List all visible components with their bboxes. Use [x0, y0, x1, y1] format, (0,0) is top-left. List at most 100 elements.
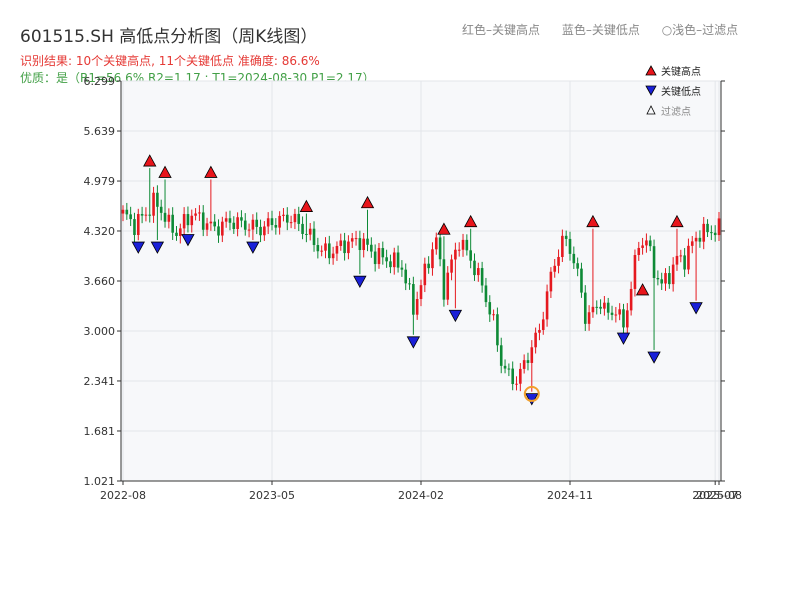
- candle-body: [205, 223, 209, 230]
- candle-body: [412, 284, 415, 315]
- candle-body: [583, 292, 587, 324]
- candle-body: [668, 273, 671, 285]
- candle-body: [457, 249, 461, 251]
- candle-body: [454, 249, 457, 260]
- candle-body: [541, 319, 545, 330]
- candle-body: [419, 285, 423, 300]
- candle-body: [660, 279, 663, 284]
- candle-body: [392, 252, 396, 268]
- candle-body: [710, 232, 713, 234]
- candle-body: [606, 302, 610, 313]
- candle-body: [423, 263, 427, 286]
- candle-body: [519, 368, 522, 384]
- candle-body: [240, 217, 243, 221]
- y-tick-label: 4.979: [84, 175, 116, 188]
- legend-high-label: 关键高点: [661, 65, 701, 78]
- x-tick-label: 2025-08: [696, 489, 742, 502]
- candle-body: [522, 360, 526, 369]
- candle-body: [480, 268, 484, 286]
- candle-body: [259, 226, 262, 236]
- candle-body: [217, 226, 220, 236]
- candle-body: [679, 255, 683, 257]
- y-axis-labels: 6.299 5.639 4.979 4.320 3.660 3.000 2.341 1.681…: [84, 75, 116, 488]
- candle-body: [163, 212, 167, 222]
- candle-body: [243, 220, 247, 230]
- candle-body: [198, 212, 201, 214]
- candle-body: [213, 221, 216, 227]
- candle-body: [694, 237, 698, 242]
- candle-body: [152, 192, 155, 216]
- candle-body: [526, 360, 530, 363]
- candle-body: [656, 278, 660, 280]
- candle-body: [358, 238, 362, 251]
- candle-body: [133, 219, 136, 235]
- candle-body: [366, 238, 369, 245]
- candle-body: [370, 244, 373, 252]
- candle-body: [224, 218, 228, 222]
- candle-body: [305, 233, 308, 235]
- candle-body: [629, 288, 633, 311]
- candle-body: [603, 302, 606, 309]
- candle-body: [690, 241, 694, 246]
- candle-body: [610, 312, 614, 315]
- candle-body: [236, 217, 239, 230]
- candle-body: [637, 247, 641, 256]
- candle-body: [182, 214, 186, 229]
- candle-body: [434, 237, 438, 250]
- candle-body: [289, 222, 293, 224]
- candle-body: [148, 214, 152, 216]
- x-tick-label: 2022-08: [100, 489, 146, 502]
- candle-body: [339, 240, 343, 246]
- candle-body: [400, 267, 404, 270]
- candle-body: [125, 209, 129, 215]
- candle-body: [645, 240, 648, 246]
- candle-body: [450, 259, 453, 273]
- candle-body: [328, 243, 331, 259]
- candle-body: [465, 239, 469, 251]
- candle-body: [228, 218, 232, 223]
- candle-body: [591, 306, 595, 313]
- candle-body: [484, 285, 488, 303]
- candle-body: [263, 226, 266, 236]
- candle-body: [702, 223, 706, 242]
- candle-body: [671, 264, 675, 285]
- candle-body: [255, 219, 259, 227]
- y-tick-label: 3.000: [84, 325, 116, 338]
- y-tick-label: 1.021: [84, 475, 116, 488]
- candle-body: [549, 271, 553, 292]
- candle-body: [316, 245, 320, 252]
- candle-body: [129, 214, 132, 220]
- candle-body: [396, 252, 400, 268]
- candle-body: [347, 241, 350, 254]
- candle-body: [507, 368, 511, 370]
- candle-body: [503, 365, 507, 369]
- candle-body: [270, 218, 274, 226]
- legend-filtered-label: 过滤点: [661, 105, 691, 118]
- candle-body: [308, 228, 312, 235]
- candle-body: [641, 245, 644, 248]
- candle-body: [301, 223, 304, 234]
- candle-body: [717, 218, 721, 236]
- candle-body: [362, 238, 365, 251]
- candle-body: [442, 259, 446, 300]
- candle-body: [580, 268, 583, 293]
- y-tick-label: 3.660: [84, 275, 116, 288]
- candle-body: [698, 237, 702, 242]
- candle-body: [706, 223, 709, 233]
- candle-body: [564, 235, 568, 239]
- candle-body: [488, 302, 492, 315]
- candle-body: [415, 299, 419, 315]
- candle-body: [159, 206, 163, 213]
- candle-body: [553, 265, 557, 272]
- candle-body: [534, 332, 537, 348]
- candle-body: [373, 251, 377, 265]
- candle-body: [140, 214, 144, 216]
- candle-body: [614, 314, 618, 316]
- candle-body: [473, 260, 476, 276]
- candle-body: [194, 213, 197, 216]
- candle-body: [179, 228, 182, 236]
- candle-body: [587, 312, 591, 324]
- candle-body: [247, 229, 251, 231]
- candle-body: [121, 209, 125, 214]
- y-tick-label: 5.639: [84, 125, 116, 138]
